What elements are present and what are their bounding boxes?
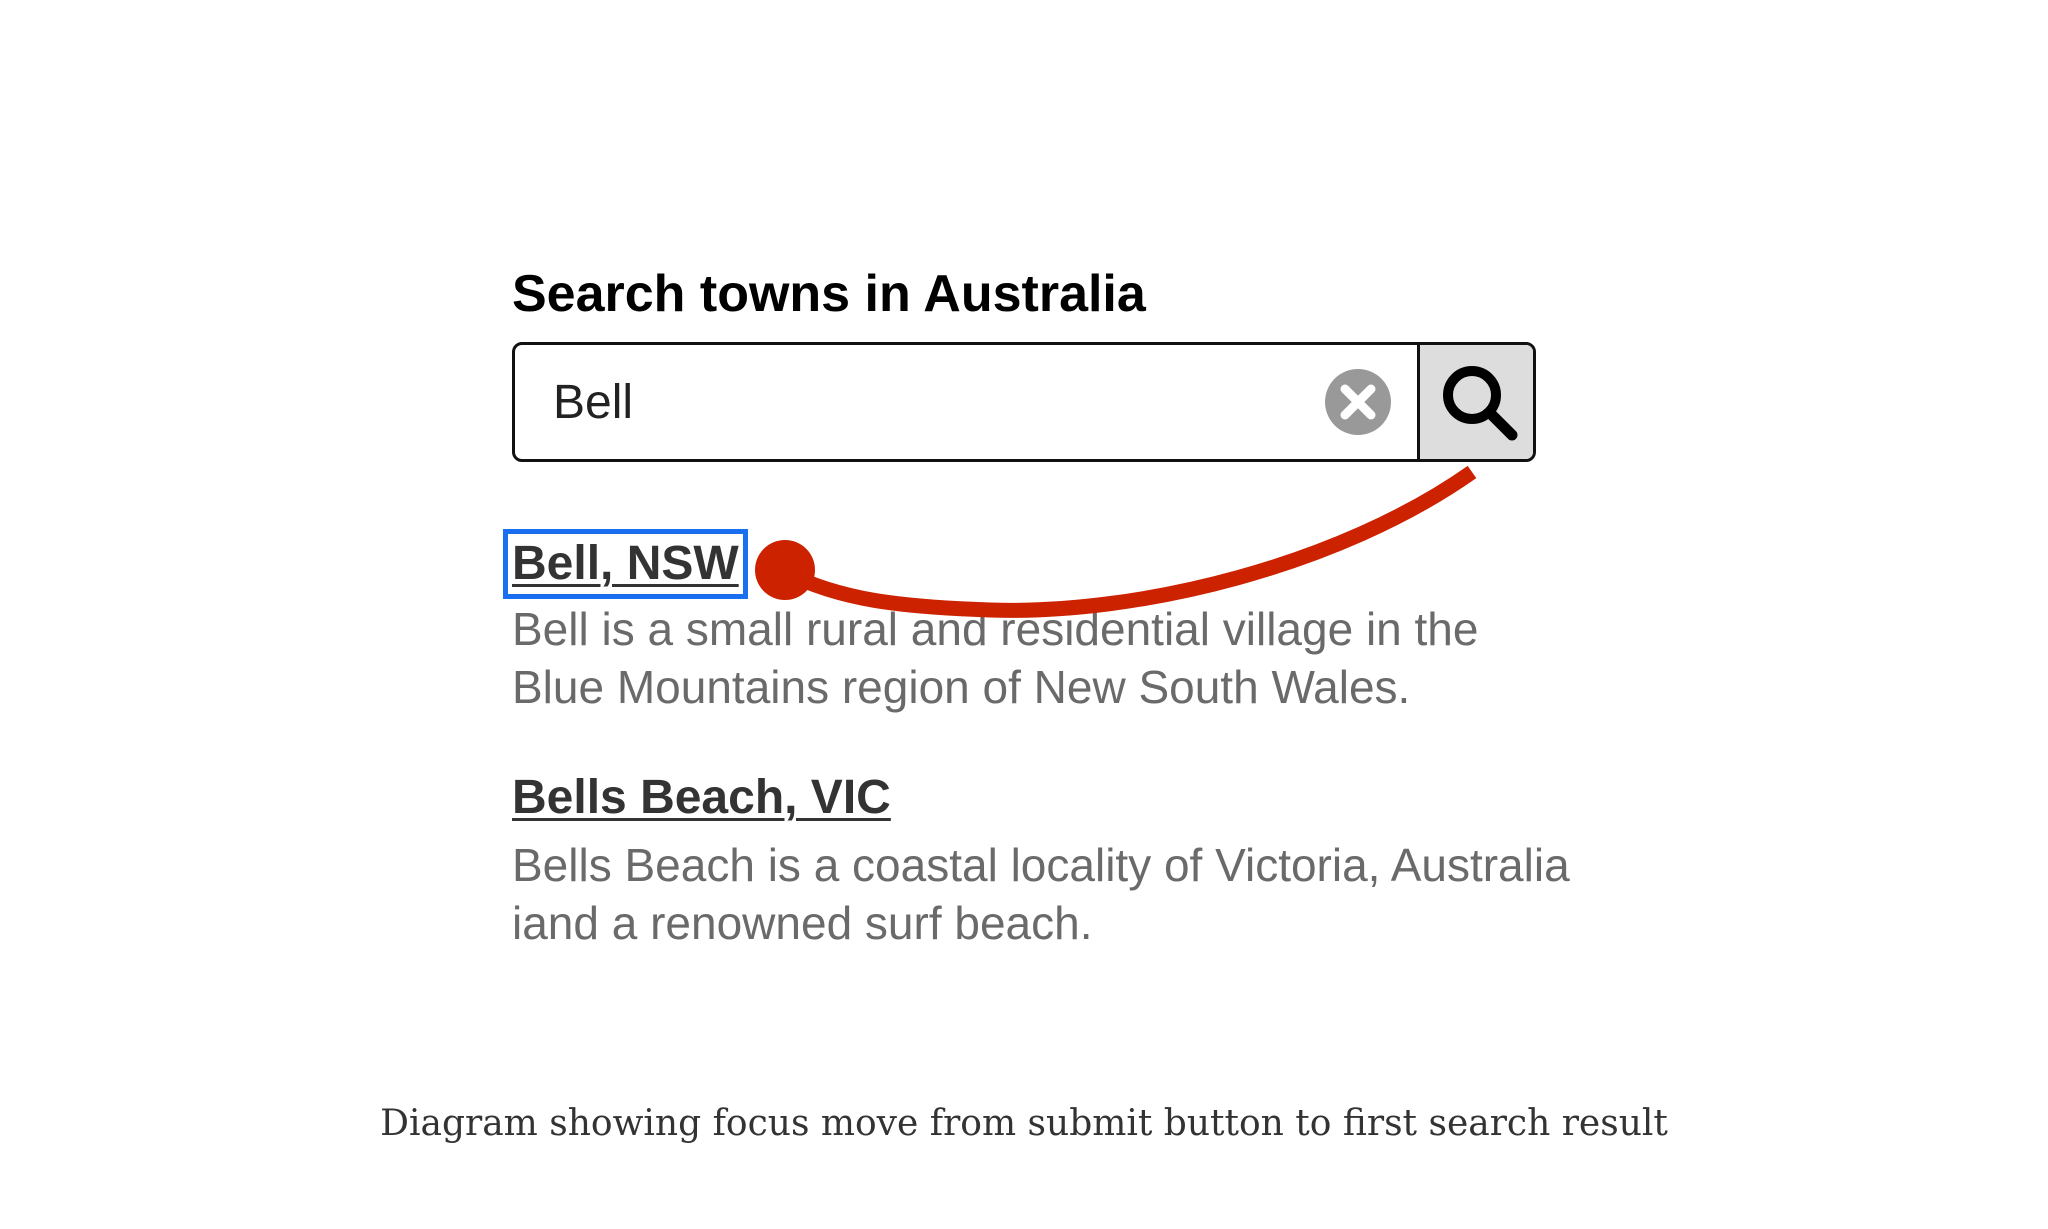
- search-form: [512, 342, 1536, 462]
- figure-caption: Diagram showing focus move from submit b…: [380, 1103, 1668, 1144]
- result-description: Bells Beach is a coastal locality of Vic…: [512, 839, 1570, 949]
- submit-button[interactable]: [1417, 345, 1533, 459]
- search-heading: Search towns in Australia: [512, 265, 1146, 323]
- result-link[interactable]: Bell, NSW: [503, 529, 748, 599]
- result-link[interactable]: Bells Beach, VIC: [512, 768, 891, 828]
- clear-circle-x-icon: [1325, 369, 1391, 435]
- result-description: Bell is a small rural and residential vi…: [512, 603, 1479, 713]
- magnifier-icon: [1443, 366, 1518, 441]
- search-input[interactable]: [515, 345, 1415, 459]
- clear-button[interactable]: [1323, 367, 1393, 437]
- search-result: Bell, NSW Bell is a small rural and resi…: [503, 529, 1572, 716]
- search-result: Bells Beach, VIC Bells Beach is a coasta…: [512, 768, 1572, 952]
